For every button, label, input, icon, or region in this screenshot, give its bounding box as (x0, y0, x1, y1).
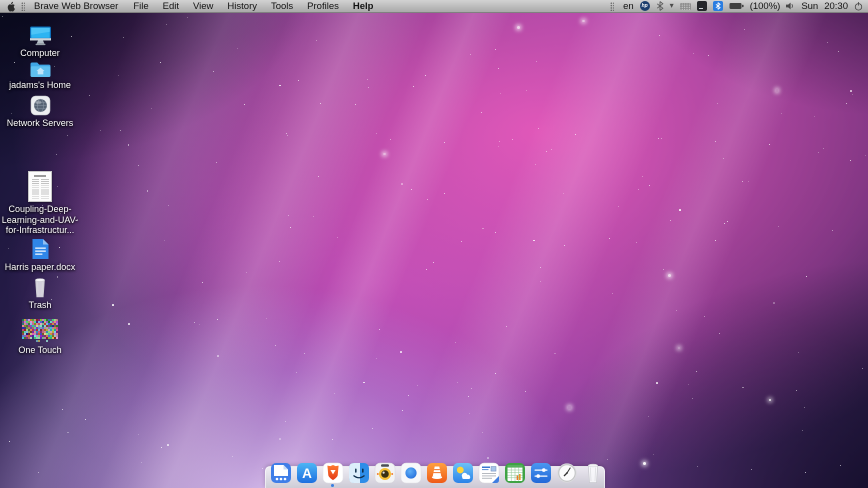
dock-spreadsheet-app[interactable] (504, 462, 526, 484)
brave-browser-icon (322, 462, 344, 484)
dock-weather-app[interactable] (452, 462, 474, 484)
app-store-glyph: A (302, 466, 312, 481)
clock-time[interactable]: 20:30 (824, 1, 848, 12)
clock-app-icon (557, 463, 577, 483)
desktop-icon-home[interactable]: jadams's Home (0, 60, 80, 91)
desktop-icon-label: jadams's Home (9, 80, 71, 90)
trash-can-icon (35, 278, 45, 298)
dock-trash[interactable] (582, 462, 604, 484)
dock-camera-app[interactable] (374, 462, 396, 484)
paper-title-line (34, 175, 46, 177)
word-document-icon (32, 239, 48, 259)
dock-icons: A (270, 462, 604, 484)
power-icon[interactable] (854, 1, 863, 11)
running-indicator-dot (331, 484, 334, 487)
desktop-icon-coupling-paper[interactable]: Coupling-Deep-Learning-and-UAV-for-Infra… (0, 171, 80, 236)
computer-display-icon (29, 26, 51, 46)
clock-day[interactable]: Sun (801, 1, 818, 12)
globe-server-icon (30, 95, 50, 116)
hp-logo-icon[interactable]: hp (639, 1, 650, 11)
desktop-icon-label: One Touch (18, 345, 62, 355)
desktop-icon-computer[interactable]: Computer (0, 26, 80, 59)
dock-finder[interactable] (348, 462, 370, 484)
menu-item-profiles[interactable]: Profiles (300, 0, 346, 12)
finder-icon (349, 463, 369, 483)
desktop-icon-label: Network Servers (6, 118, 74, 128)
dock-brave-browser[interactable] (322, 462, 344, 484)
menu-item-view[interactable]: View (186, 0, 220, 12)
chevron-down-icon[interactable]: ▾ (670, 2, 674, 10)
apple-icon (7, 1, 15, 11)
apple-menu[interactable] (6, 0, 18, 12)
bluetooth-icon[interactable] (656, 1, 664, 11)
desktop-icon-label: Coupling-Deep-Learning-and-UAV-for-Infra… (1, 204, 79, 235)
menu-item-tools[interactable]: Tools (264, 0, 300, 12)
paper-column (31, 179, 39, 199)
dock-app-store[interactable]: A (296, 462, 318, 484)
menu-bar: Brave Web Browser File Edit View History… (0, 0, 868, 13)
blue-dot-app-icon (400, 462, 422, 484)
menu-grip-icon[interactable] (21, 1, 25, 11)
star-field (0, 0, 868, 488)
settings-sliders-icon (531, 463, 551, 483)
writer-app-icon (478, 462, 500, 484)
desktop-icon-trash[interactable]: Trash (0, 277, 80, 311)
menu-item-history[interactable]: History (220, 0, 264, 12)
dock-clock-app[interactable] (556, 462, 578, 484)
bluetooth-tray-icon[interactable] (712, 1, 723, 11)
paper-preview-icon (28, 171, 52, 202)
dock-writer-app[interactable] (478, 462, 500, 484)
tray-grip-icon[interactable] (610, 1, 615, 11)
paper-column (41, 179, 49, 199)
paper-columns (31, 179, 49, 199)
desktop-icon-network-servers[interactable]: Network Servers (0, 95, 80, 129)
noise-thumbnail-icon (22, 319, 58, 343)
menu-item-edit[interactable]: Edit (156, 0, 186, 12)
battery-percent[interactable]: (100%) (750, 1, 781, 12)
dock-trash-icon (587, 463, 599, 483)
home-folder-icon (30, 62, 50, 77)
camera-app-icon (374, 462, 396, 484)
active-app-name[interactable]: Brave Web Browser (28, 0, 126, 12)
dock-settings-sliders-app[interactable] (530, 462, 552, 484)
dock-notes-app[interactable] (270, 462, 292, 484)
menu-item-file[interactable]: File (126, 0, 155, 12)
dock-vlc-player[interactable] (426, 462, 448, 484)
notes-app-icon (271, 463, 291, 483)
spreadsheet-app-icon (505, 463, 525, 483)
app-store-icon: A (297, 463, 317, 483)
vlc-player-icon (427, 463, 447, 483)
menu-item-help[interactable]: Help (346, 0, 381, 12)
desktop-icon-label: Harris paper.docx (4, 262, 76, 272)
keyboard-icon[interactable] (679, 2, 691, 10)
volume-icon[interactable] (786, 2, 795, 10)
terminal-icon[interactable] (696, 1, 707, 11)
desktop-icon-label: Computer (20, 48, 60, 58)
wallpaper (0, 0, 868, 488)
desktop-icon-one-touch[interactable]: One Touch (0, 319, 80, 356)
weather-app-icon (453, 463, 473, 483)
dock-blue-dot-app[interactable] (400, 462, 422, 484)
desktop-icon-harris-paper[interactable]: Harris paper.docx (0, 238, 80, 273)
battery-icon[interactable] (729, 2, 744, 10)
desktop-icon-label: Trash (28, 300, 52, 310)
keyboard-layout-indicator[interactable]: en (623, 1, 634, 12)
desktop-screen: Brave Web Browser File Edit View History… (0, 0, 868, 488)
